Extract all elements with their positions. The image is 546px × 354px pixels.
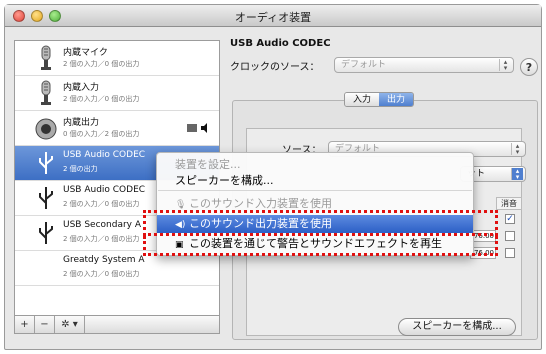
menu-item-label: スピーカーを構成... [175,174,274,187]
device-name: 内蔵マイク [63,48,108,58]
remove-device-button[interactable]: − [35,316,55,333]
highlight-annotation [143,210,498,236]
device-io-count: 2 個の入力／0 個の出力 [63,95,140,103]
selected-device-title: USB Audio CODEC [230,38,331,49]
menu-item-configure-device[interactable]: 装置を設定... [157,156,473,172]
device-io-count: 2 個の入力／0 個の出力 [63,235,140,243]
title-bar: オーディオ装置 [5,5,541,27]
clock-source-value: デフォルト [341,60,387,70]
add-device-button[interactable]: + [15,316,35,333]
popup-stepper-icon: ▴ ▾ [499,59,511,72]
configure-speakers-button[interactable]: スピーカーを構成... [398,318,516,336]
menu-item-use-for-input[interactable]: 🎙 このサウンド入力装置を使用 [157,195,473,211]
device-io-count: 2 個の入力／0 個の出力 [63,270,140,278]
device-row-internal-output[interactable]: 内蔵出力 0 個の入力／2 個の出力 [15,111,219,146]
device-row-greatdy-system[interactable]: Greatdy System A 2 個の入力／0 個の出力 [15,251,219,286]
help-button[interactable]: ? [520,58,538,76]
window-title: オーディオ装置 [234,11,312,24]
device-io-count: 0 個の入力／2 個の出力 [63,130,140,138]
mute-column-header: 消音 [496,197,522,210]
microphone-icon: 🎙 [175,200,187,210]
menu-item-label: このサウンド入力装置を使用 [189,197,332,210]
device-io-count: 2 個の入力／0 個の出力 [63,200,140,208]
device-row-internal-mic[interactable]: 内蔵マイク 2 個の入力／0 個の出力 [15,41,219,76]
tab-input[interactable]: 入力 [345,93,380,106]
usb-icon [39,222,53,244]
microphone-icon [41,45,51,70]
popup-stepper-icon: ▴ ▾ [511,168,523,181]
menu-item-label: 装置を設定... [175,158,241,171]
device-list-toolbar: + − ✲ ▾ [14,316,220,334]
output-indicator-icon [187,123,207,133]
device-io-count: 2 個の出力 [63,165,98,173]
clock-source-label: クロックのソース： [230,62,320,73]
microphone-icon [41,80,51,105]
mute-checkbox[interactable] [505,248,515,258]
device-name: USB Audio CODEC [63,185,146,195]
io-tab-control[interactable]: 入力 出力 [344,92,415,107]
menu-separator [158,190,472,191]
tab-output[interactable]: 出力 [379,93,414,106]
device-io-count: 2 個の入力／0 個の出力 [63,60,140,68]
device-row-internal-input[interactable]: 内蔵入力 2 個の入力／0 個の出力 [15,76,219,111]
usb-icon [39,152,53,174]
highlight-annotation [143,236,498,256]
menu-item-configure-speakers[interactable]: スピーカーを構成... [157,172,473,188]
mute-checkbox[interactable]: ✓ [505,214,515,224]
device-name: Greatdy System A [63,255,145,265]
device-name: 内蔵入力 [63,83,100,93]
popup-stepper-icon: ▴ ▾ [511,143,523,156]
speaker-icon [35,118,57,140]
device-name: USB Secondary A [63,220,142,230]
clock-source-popup[interactable]: デフォルト ▴ ▾ [334,57,514,73]
usb-icon [39,187,53,209]
device-name: 内蔵出力 [63,118,100,128]
gear-menu-button[interactable]: ✲ ▾ [55,316,85,333]
mute-checkbox[interactable] [505,231,515,241]
device-name: USB Audio CODEC [63,150,146,160]
